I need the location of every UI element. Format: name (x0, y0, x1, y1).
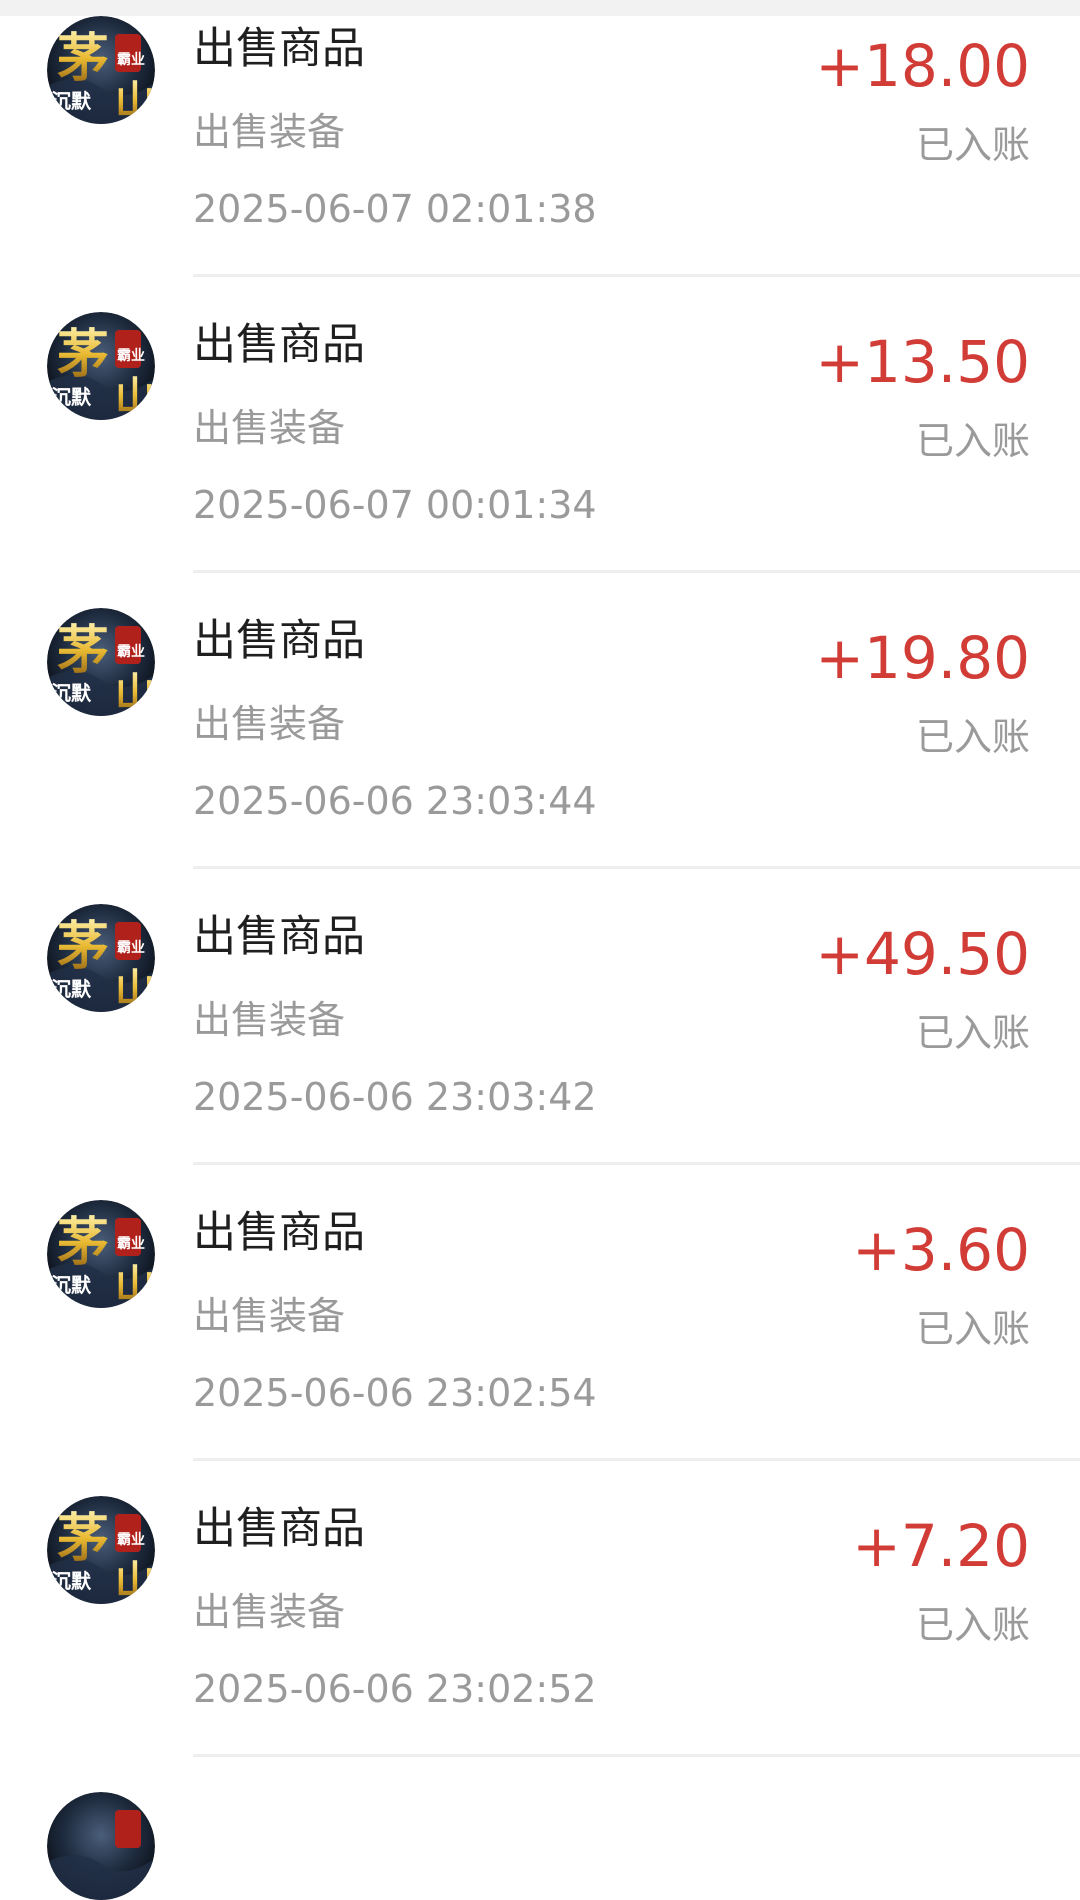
avatar-logo-mountain: 山 (115, 373, 155, 420)
transaction-row[interactable]: 茅山 霸业沉默 出售商品出售装备 2025-06-06 23:02:52 +7.20 已入… (0, 1496, 1080, 1792)
avatar-logo-mountain: 山 (115, 1557, 155, 1604)
transaction-time: 2025-06-07 02:01:38 (193, 187, 597, 231)
transaction-time: 2025-06-07 00:01:34 (193, 483, 597, 527)
transaction-row[interactable]: 茅山 霸业沉默 出售商品出售装备 2025-06-07 00:01:34 +13.50 已… (0, 312, 1080, 608)
avatar-logo-badge: 霸业 (117, 1236, 145, 1252)
avatar-logo-badge: 霸业 (117, 940, 145, 956)
avatar-logo-main: 茅 (57, 620, 109, 681)
transaction-amount: +19.80 (815, 624, 1030, 692)
transaction-row[interactable]: 茅山 霸业沉默 出售商品出售装备 2025-06-06 23:03:42 +49.50 已… (0, 904, 1080, 1200)
transaction-title: 出售商品 (193, 24, 365, 74)
transaction-status: 已入账 (915, 419, 1030, 463)
transaction-status: 已入账 (915, 1603, 1030, 1647)
transaction-subtitle: 出售装备 (193, 110, 346, 154)
transaction-subtitle: 出售装备 (193, 1294, 346, 1338)
transaction-subtitle: 出售装备 (193, 1590, 346, 1634)
transaction-subtitle: 出售装备 (193, 702, 346, 746)
transaction-time: 2025-06-06 23:02:52 (193, 1667, 597, 1711)
top-strip (0, 0, 1080, 16)
seller-avatar: 茅山 霸业沉默 (47, 904, 155, 1012)
transaction-amount: +7.20 (852, 1512, 1030, 1580)
transaction-time: 2025-06-06 23:03:42 (193, 1075, 597, 1119)
avatar-logo-sub: 沉默 (51, 385, 92, 409)
row-divider (193, 274, 1080, 277)
transaction-row[interactable]: 茅山 霸业沉默 出售商品出售装备 2025-06-07 02:01:38 +18.00 已… (0, 16, 1080, 312)
avatar-logo-sub: 沉默 (51, 1569, 92, 1593)
transaction-row[interactable]: 茅山 霸业沉默 出售商品出售装备 2025-06-06 23:02:54 +3.60 已入… (0, 1200, 1080, 1496)
row-divider (193, 570, 1080, 573)
avatar-logo-main: 茅 (57, 1212, 109, 1273)
avatar-logo-mountain: 山 (115, 77, 155, 124)
row-divider (193, 866, 1080, 869)
transaction-amount: +18.00 (815, 32, 1030, 100)
avatar-logo-badge: 霸业 (117, 52, 145, 68)
row-divider (193, 1162, 1080, 1165)
transaction-time: 2025-06-06 23:02:54 (193, 1371, 597, 1415)
transaction-time: 2025-06-06 23:03:44 (193, 779, 597, 823)
row-divider (193, 1458, 1080, 1461)
transaction-title: 出售商品 (193, 912, 365, 962)
avatar-logo-badge: 霸业 (117, 1532, 145, 1548)
transaction-subtitle: 出售装备 (193, 998, 346, 1042)
seller-avatar (47, 1792, 155, 1900)
seller-avatar: 茅山 霸业沉默 (47, 1496, 155, 1604)
transaction-status: 已入账 (915, 1011, 1030, 1055)
transaction-status: 已入账 (915, 1307, 1030, 1351)
transaction-row[interactable]: 茅山 霸业沉默 出售商品出售装备 2025-06-06 23:03:44 +19.80 已… (0, 608, 1080, 904)
transaction-title: 出售商品 (193, 1504, 365, 1554)
transaction-status: 已入账 (915, 715, 1030, 759)
seller-avatar: 茅山 霸业沉默 (47, 1200, 155, 1308)
transaction-title: 出售商品 (193, 1208, 365, 1258)
seller-avatar: 茅山 霸业沉默 (47, 16, 155, 124)
transaction-title: 出售商品 (193, 616, 365, 666)
seller-avatar: 茅山 霸业沉默 (47, 608, 155, 716)
avatar-logo-badge: 霸业 (117, 348, 145, 364)
avatar-logo-sub: 沉默 (51, 681, 92, 705)
transaction-title: 出售商品 (193, 320, 365, 370)
avatar-logo-main: 茅 (57, 324, 109, 385)
transaction-subtitle: 出售装备 (193, 406, 346, 450)
avatar-logo-mountain: 山 (115, 1261, 155, 1308)
transaction-amount: +13.50 (815, 328, 1030, 396)
avatar-logo-main: 茅 (57, 1508, 109, 1569)
avatar-logo-main: 茅 (57, 28, 109, 89)
transaction-amount: +3.60 (852, 1216, 1030, 1284)
avatar-logo-sub: 沉默 (51, 977, 92, 1001)
avatar-logo-sub: 沉默 (51, 89, 92, 113)
avatar-logo-badge: 霸业 (117, 644, 145, 660)
transaction-amount: +49.50 (815, 920, 1030, 988)
seller-avatar: 茅山 霸业沉默 (47, 312, 155, 420)
row-divider (193, 1754, 1080, 1757)
transaction-status: 已入账 (915, 123, 1030, 167)
avatar-logo-main: 茅 (57, 916, 109, 977)
avatar-logo-mountain: 山 (115, 965, 155, 1012)
avatar-logo-mountain: 山 (115, 669, 155, 716)
avatar-logo-sub: 沉默 (51, 1273, 92, 1297)
